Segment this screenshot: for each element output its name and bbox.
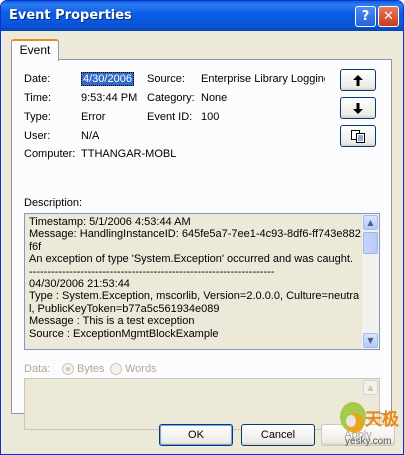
- description-textbox[interactable]: Timestamp: 5/1/2006 4:53:44 AM Message: …: [24, 213, 380, 350]
- dialog-client-area: Event Date: 4/30/2006 Time: 9:53:44 PM T…: [5, 31, 399, 452]
- ok-button[interactable]: OK: [159, 424, 233, 446]
- type-label: Type:: [24, 111, 51, 123]
- words-radio[interactable]: [110, 363, 122, 375]
- close-button[interactable]: ✕: [378, 6, 399, 27]
- user-value: N/A: [81, 130, 100, 142]
- category-value: None: [201, 92, 228, 104]
- computer-label: Computer:: [24, 148, 76, 160]
- watermark-site: yesky.com: [345, 436, 392, 447]
- scroll-down-icon[interactable]: ▼: [363, 333, 378, 348]
- computer-value: TTHANGAR-MOBL: [81, 148, 177, 160]
- title-bar[interactable]: Event Properties ? ✕: [1, 1, 403, 31]
- window-title: Event Properties: [9, 8, 132, 23]
- date-value[interactable]: 4/30/2006: [81, 72, 134, 86]
- bytes-radio[interactable]: [62, 363, 74, 375]
- next-event-button[interactable]: [340, 97, 376, 119]
- copy-icon: [351, 129, 365, 143]
- help-button[interactable]: ?: [355, 6, 376, 27]
- user-label: User:: [24, 130, 51, 142]
- description-scrollbar[interactable]: ▲ ▼: [362, 214, 379, 349]
- scroll-thumb[interactable]: [363, 232, 378, 254]
- copy-to-clipboard-button[interactable]: [340, 125, 376, 147]
- data-textbox[interactable]: ▲ ▼: [24, 378, 380, 430]
- previous-event-button[interactable]: [340, 69, 376, 91]
- words-label: Words: [125, 363, 157, 375]
- event-tab-panel: Date: 4/30/2006 Time: 9:53:44 PM Type: E…: [11, 59, 392, 430]
- event-properties-window: Event Properties ? ✕ Event Date: 4/30/20…: [0, 0, 404, 455]
- eventid-label: Event ID:: [147, 111, 193, 123]
- source-value: Enterprise Library Logging: [201, 73, 325, 85]
- scroll-up-icon[interactable]: ▲: [363, 215, 378, 230]
- arrow-down-icon: [353, 101, 363, 114]
- cancel-button[interactable]: Cancel: [241, 424, 315, 446]
- arrow-up-icon: [353, 73, 363, 86]
- yesky-watermark-logo: 天极 yesky.com: [331, 391, 403, 454]
- time-label: Time:: [24, 92, 52, 104]
- source-label: Source:: [147, 73, 185, 85]
- date-label: Date:: [24, 73, 51, 85]
- type-value: Error: [81, 111, 106, 123]
- bytes-label: Bytes: [77, 363, 105, 375]
- time-value: 9:53:44 PM: [81, 92, 138, 104]
- watermark-brand: 天极: [365, 410, 399, 430]
- category-label: Category:: [147, 92, 195, 104]
- description-text: Timestamp: 5/1/2006 4:53:44 AM Message: …: [29, 216, 361, 340]
- tab-event[interactable]: Event: [11, 39, 59, 61]
- description-label: Description:: [24, 197, 83, 209]
- eventid-value: 100: [201, 111, 220, 123]
- data-label: Data:: [24, 363, 51, 375]
